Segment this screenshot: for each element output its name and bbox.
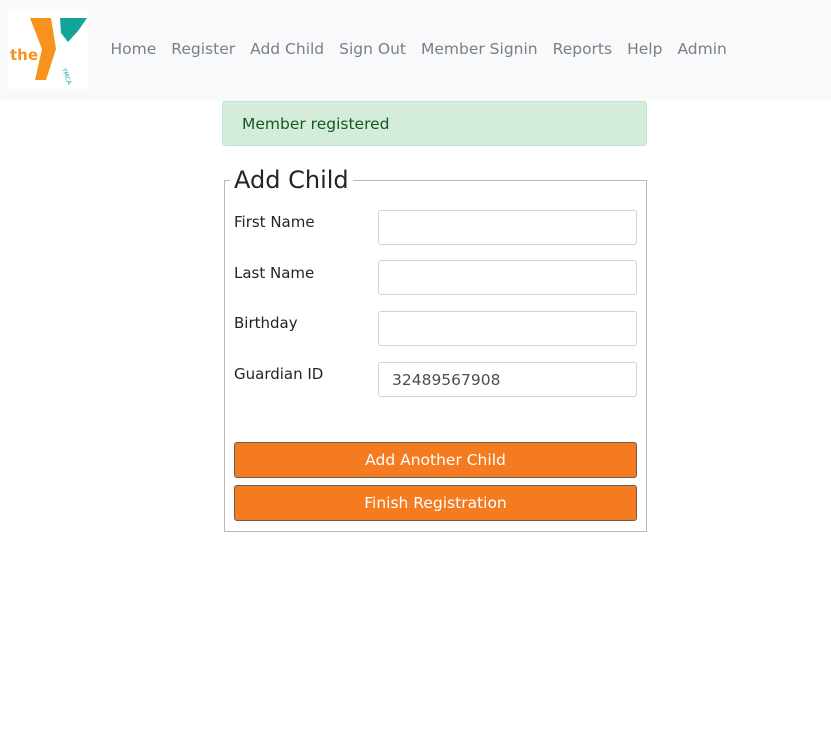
last-name-input[interactable] [378,260,637,295]
nav-link-sign-out[interactable]: Sign Out [332,38,414,60]
add-another-child-button[interactable]: Add Another Child [234,442,637,478]
logo-small-text: YMCA [60,66,73,86]
first-name-label: First Name [234,213,315,231]
last-name-label: Last Name [234,264,315,282]
finish-registration-button[interactable]: Finish Registration [234,485,637,521]
nav-link-help[interactable]: Help [620,38,670,60]
nav-link-add-child[interactable]: Add Child [243,38,332,60]
nav-links: Home Register Add Child Sign Out Member … [103,38,734,60]
birthday-input[interactable] [378,311,637,346]
ymca-logo-icon: the YMCA [10,18,87,87]
logo-word: the [10,46,38,64]
nav-link-home[interactable]: Home [103,38,164,60]
nav-link-reports[interactable]: Reports [545,38,619,60]
birthday-label: Birthday [234,314,298,332]
navbar: the YMCA Home Register Add Child Sign Ou… [0,0,831,101]
guardian-id-label: Guardian ID [234,365,324,383]
ymca-logo[interactable]: the YMCA [8,9,88,89]
success-alert: Member registered [222,101,647,146]
nav-link-admin[interactable]: Admin [670,38,734,60]
guardian-id-input[interactable] [378,362,637,397]
first-name-input[interactable] [378,210,637,245]
nav-link-member-signin[interactable]: Member Signin [414,38,546,60]
form-legend: Add Child [230,164,353,196]
nav-link-register[interactable]: Register [164,38,243,60]
